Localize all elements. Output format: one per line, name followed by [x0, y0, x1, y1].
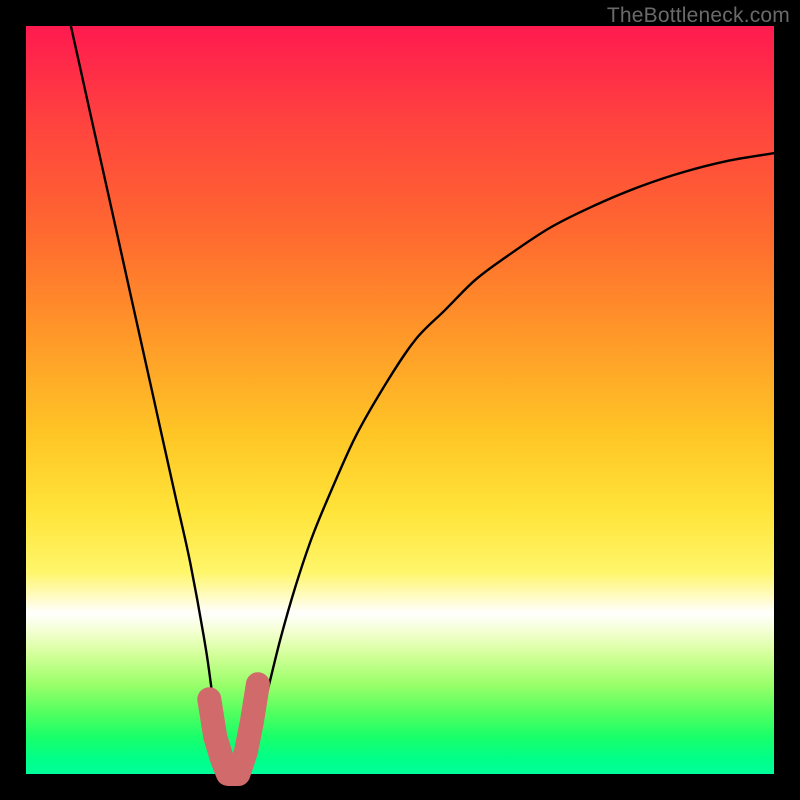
chart-overlay [26, 26, 774, 774]
watermark-text: TheBottleneck.com [607, 4, 790, 28]
sweet-spot-marker [209, 684, 258, 774]
bottleneck-curve [71, 26, 774, 776]
